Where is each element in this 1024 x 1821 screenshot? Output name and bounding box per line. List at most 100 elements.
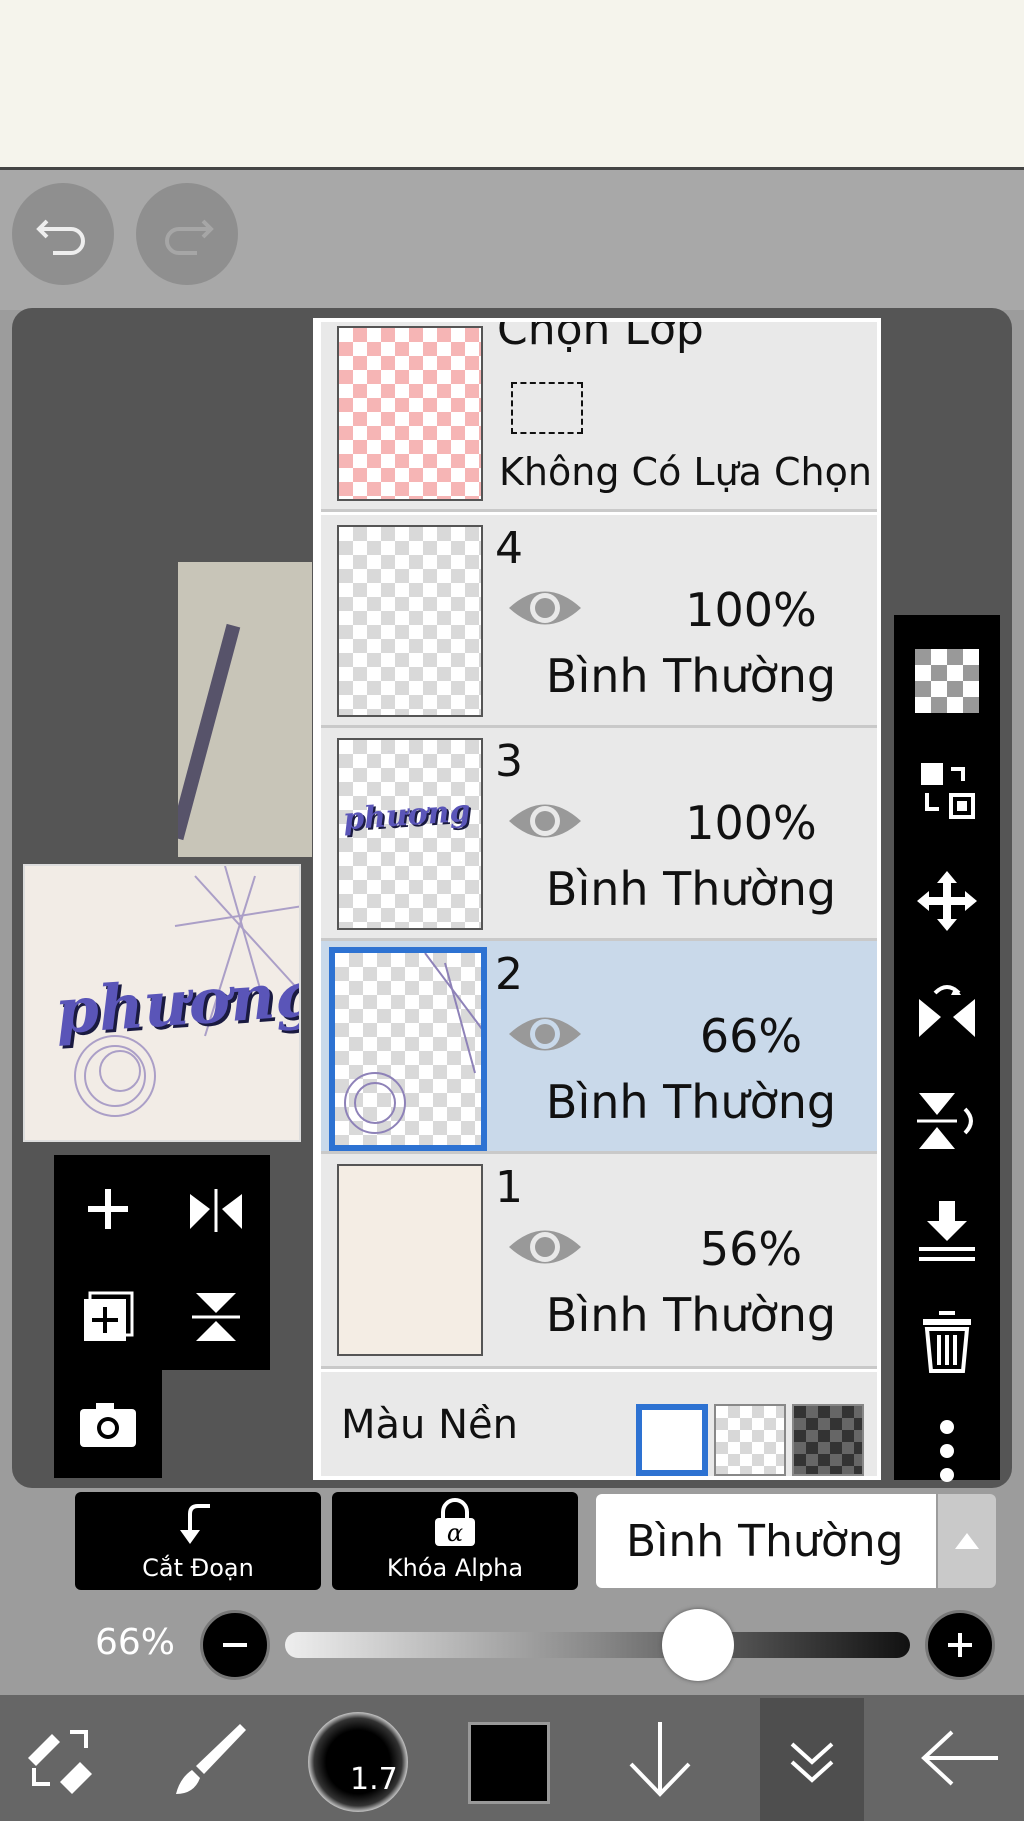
layer-thumbnail <box>337 525 483 717</box>
arrow-down-icon <box>629 1722 691 1797</box>
flip-horizontal-button[interactable] <box>162 1155 270 1263</box>
camera-button[interactable] <box>54 1370 162 1478</box>
camera-icon <box>80 1403 136 1447</box>
canvas-artwork <box>178 562 312 857</box>
layer-number: 3 <box>495 736 523 787</box>
blend-mode-dropdown-button[interactable] <box>938 1494 996 1588</box>
layer-opacity: 66% <box>699 1009 803 1063</box>
duplicate-icon <box>84 1291 134 1341</box>
layer-row-4[interactable]: 4 100% Bình Thường <box>321 515 877 728</box>
eye-icon[interactable] <box>507 583 583 633</box>
clipping-button[interactable]: Cắt Đoạn <box>75 1492 321 1590</box>
tool-switch-button[interactable] <box>10 1695 110 1821</box>
top-area <box>0 0 1024 170</box>
transparency-button[interactable] <box>894 627 1000 735</box>
background-color-row: Màu Nền <box>321 1372 877 1476</box>
layer-opacity: 56% <box>699 1222 803 1276</box>
layer-opacity: 100% <box>685 583 817 637</box>
swap-icon <box>921 763 975 819</box>
pen-eraser-icon <box>28 1730 92 1794</box>
more-options-button[interactable] <box>894 1397 1000 1505</box>
background-white-swatch[interactable] <box>636 1404 708 1476</box>
layer-number: 1 <box>495 1162 523 1213</box>
alpha-lock-button[interactable]: α Khóa Alpha <box>332 1492 578 1590</box>
opacity-decrease-button[interactable] <box>200 1610 270 1680</box>
eye-icon[interactable] <box>507 1009 583 1059</box>
background-color-label: Màu Nền <box>341 1402 518 1448</box>
delete-layer-button[interactable] <box>894 1287 1000 1395</box>
more-vertical-icon <box>940 1420 954 1482</box>
redo-icon <box>165 219 214 255</box>
redo-button[interactable] <box>136 183 238 285</box>
layer-thumbnail: phương <box>337 738 483 930</box>
selection-layer-title: Chọn Lớp <box>497 318 704 355</box>
brush-size-value: 1.7 <box>350 1762 398 1797</box>
svg-text:α: α <box>447 1519 463 1547</box>
layers-tab-button[interactable] <box>760 1698 864 1821</box>
camera-tool <box>54 1370 162 1478</box>
move-button[interactable] <box>894 847 1000 955</box>
opacity-increase-button[interactable] <box>925 1610 995 1680</box>
eye-icon[interactable] <box>507 796 583 846</box>
flip-horizontal-icon <box>190 1189 242 1232</box>
layer-tools-sidebar <box>894 615 1000 1482</box>
layer-blend-mode: Bình Thường <box>545 649 837 703</box>
selection-marquee-icon <box>511 382 583 434</box>
layer-mini-tools <box>54 1155 270 1370</box>
layer-row-1[interactable]: 1 56% Bình Thường <box>321 1154 877 1369</box>
canvas-preview: phương <box>23 864 301 1142</box>
layer-blend-mode: Bình Thường <box>545 1075 837 1129</box>
background-dark-swatch[interactable] <box>792 1404 864 1476</box>
merge-down-button[interactable] <box>894 1177 1000 1285</box>
checkerboard-icon <box>915 649 979 713</box>
back-button[interactable] <box>910 1695 1010 1821</box>
arrow-left-icon <box>921 1730 998 1786</box>
layer-blend-mode: Bình Thường <box>545 862 837 916</box>
flip-vertical-icon <box>192 1293 240 1341</box>
double-chevron-down-icon <box>790 1742 834 1783</box>
flip-vertical-button[interactable] <box>162 1263 270 1371</box>
brush-icon <box>176 1724 246 1794</box>
layer-number: 4 <box>495 523 523 574</box>
layer-blend-mode: Bình Thường <box>545 1288 837 1342</box>
clipping-label: Cắt Đoạn <box>142 1554 254 1582</box>
merge-down-icon <box>919 1201 975 1261</box>
duplicate-layer-button[interactable] <box>54 1263 162 1371</box>
triangle-up-icon <box>955 1533 979 1549</box>
background-transparent-swatch[interactable] <box>714 1404 786 1476</box>
clipping-icon <box>180 1504 210 1544</box>
thumbnail-texture <box>344 953 481 1134</box>
selection-layer[interactable]: Chọn Lớp Không Có Lựa Chọn <box>321 322 877 512</box>
brush-button[interactable] <box>160 1695 260 1821</box>
layer-row-2[interactable]: 2 66% Bình Thường <box>321 941 877 1154</box>
alpha-lock-label: Khóa Alpha <box>386 1554 524 1582</box>
blend-mode-select[interactable]: Bình Thường <box>596 1494 936 1588</box>
trash-icon <box>923 1311 971 1373</box>
eye-icon[interactable] <box>507 1222 583 1272</box>
thumbnail-word: phương <box>341 793 472 838</box>
layer-thumbnail <box>329 947 487 1151</box>
undo-button[interactable] <box>12 183 114 285</box>
lock-icon: α <box>435 1498 475 1547</box>
opacity-value: 66% <box>95 1622 176 1663</box>
undo-icon <box>36 219 85 255</box>
layer-panel: Chọn Lớp Không Có Lựa Chọn 4 100% Bình T… <box>313 318 881 1480</box>
flip-horizontal-icon <box>919 985 975 1037</box>
plus-icon <box>948 1633 972 1657</box>
selection-layer-thumbnail <box>337 326 483 501</box>
scroll-down-button[interactable] <box>610 1695 710 1821</box>
swap-layer-button[interactable] <box>894 737 1000 845</box>
opacity-slider[interactable] <box>285 1632 910 1658</box>
color-picker-button[interactable] <box>468 1722 550 1804</box>
layer-row-3[interactable]: phương 3 100% Bình Thường <box>321 728 877 941</box>
add-layer-button[interactable] <box>54 1155 162 1263</box>
layer-opacity: 100% <box>685 796 817 850</box>
layer-thumbnail <box>337 1164 483 1356</box>
minus-icon <box>223 1643 247 1647</box>
plus-icon <box>88 1189 128 1229</box>
move-icon <box>917 871 977 931</box>
flip-vertical-rotate-button[interactable] <box>894 1067 1000 1175</box>
flip-vertical-icon <box>917 1093 973 1149</box>
flip-horizontal-rotate-button[interactable] <box>894 957 1000 1065</box>
opacity-slider-handle[interactable] <box>662 1609 734 1681</box>
